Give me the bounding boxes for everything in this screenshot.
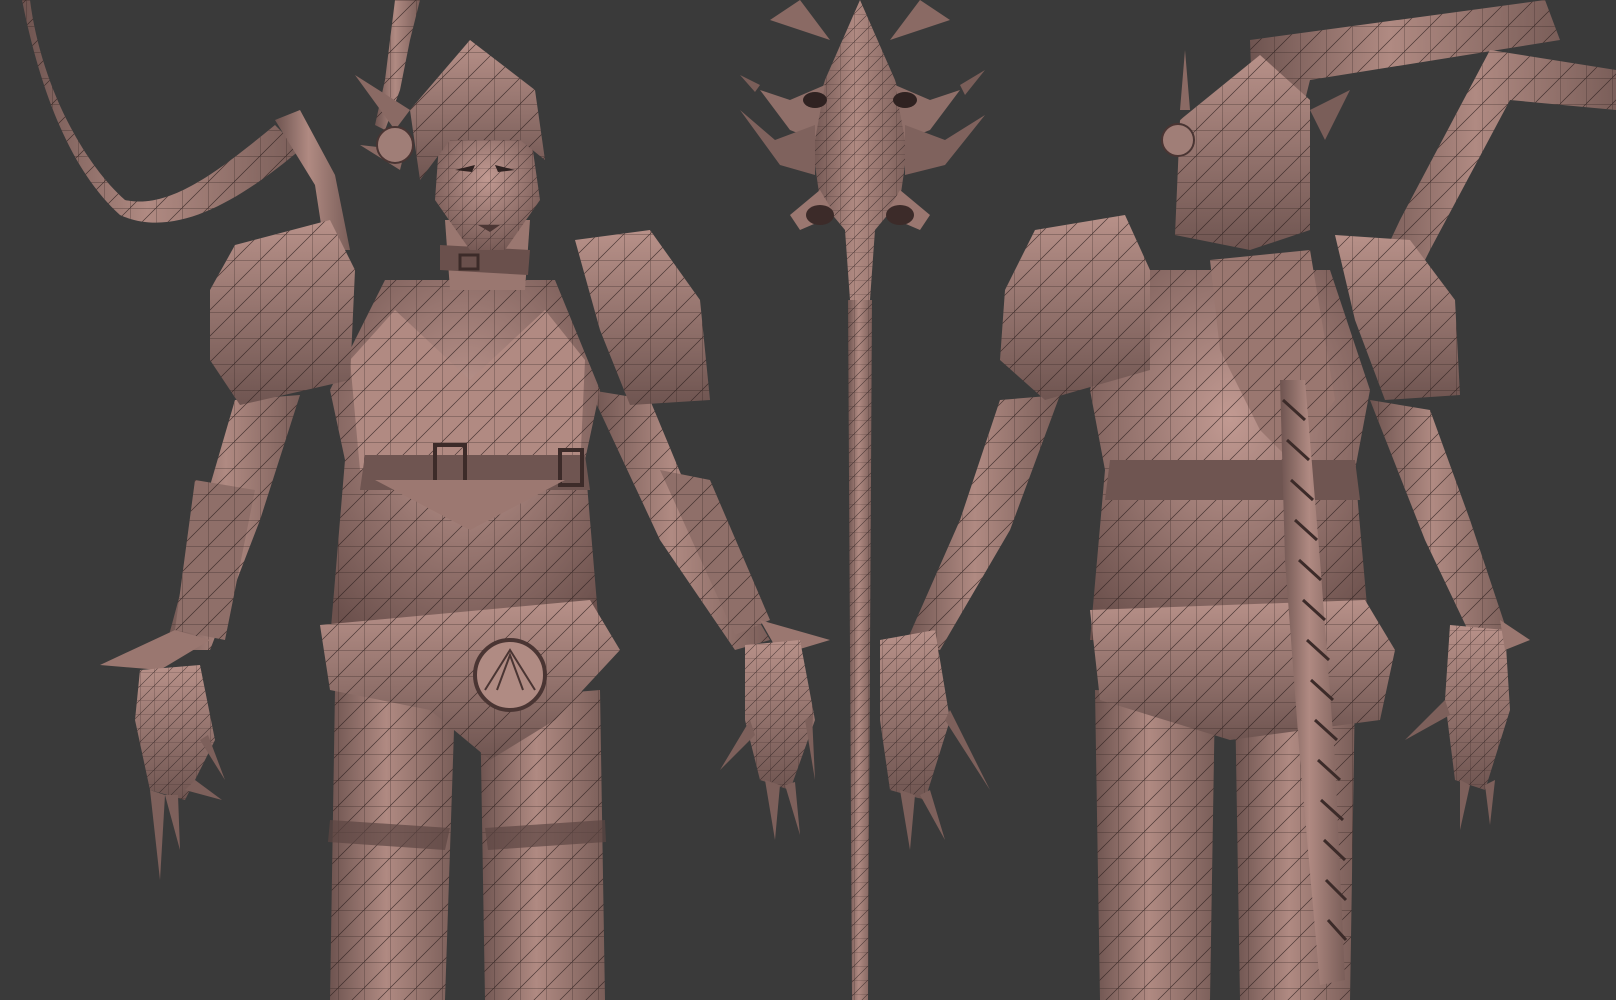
- 3d-viewport[interactable]: [0, 0, 1616, 1000]
- front-torso: [320, 280, 620, 760]
